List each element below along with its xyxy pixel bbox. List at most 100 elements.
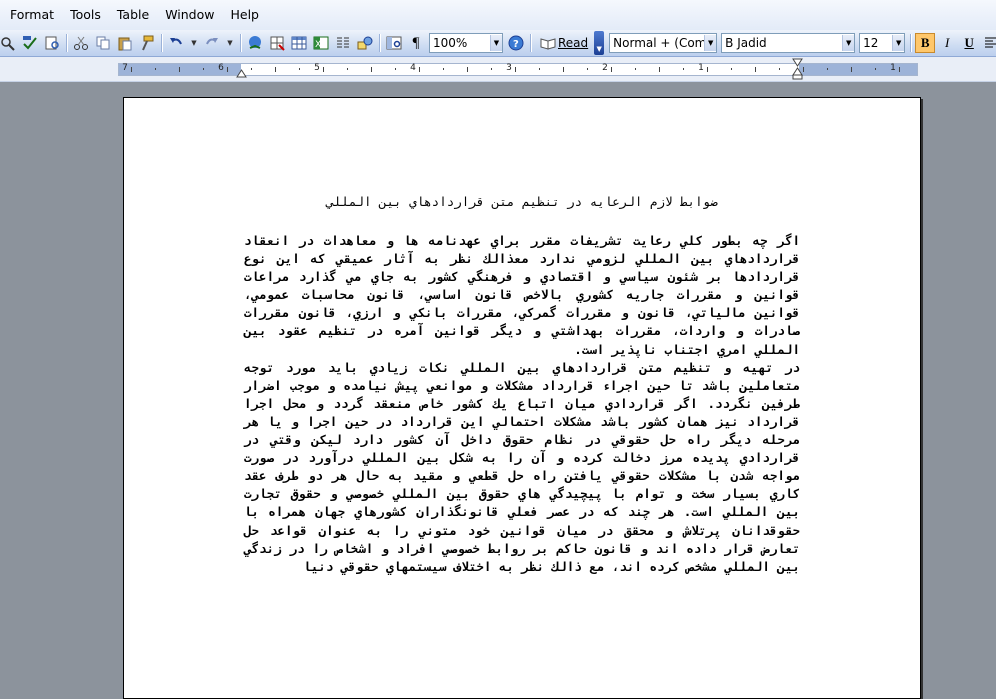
insert-excel-icon[interactable]: X [313, 35, 329, 51]
insert-table-icon[interactable] [291, 35, 307, 51]
ruler-tick [299, 68, 300, 70]
left-indent-marker[interactable] [236, 66, 247, 78]
document-title[interactable]: ضوابط لازم الرعايه در تنظيم متن قرارداده… [124, 194, 920, 209]
ruler-tick [275, 67, 276, 72]
ruler-tick [131, 67, 132, 72]
ruler-tick [203, 68, 204, 70]
ruler-tick [347, 68, 348, 70]
ruler-tick [563, 67, 564, 72]
right-indent-marker[interactable] [792, 58, 803, 80]
ruler-tick [227, 67, 228, 72]
ruler-tick [443, 68, 444, 70]
research-icon[interactable] [44, 35, 60, 51]
font-size-value: 12 [863, 36, 879, 50]
chevron-down-icon[interactable]: ▼ [842, 35, 855, 51]
svg-text:?: ? [513, 39, 519, 50]
ruler-tick [803, 67, 804, 72]
read-button[interactable]: Read [537, 35, 588, 51]
undo-dropdown-icon[interactable]: ▼ [190, 35, 198, 51]
show-hide-formatting-icon[interactable]: ¶ [408, 35, 424, 51]
format-painter-icon[interactable] [139, 35, 155, 51]
drawing-icon[interactable] [357, 35, 373, 51]
ruler-tick [611, 67, 612, 72]
ruler-tick [851, 67, 852, 72]
help-icon[interactable]: ? [508, 35, 524, 51]
style-value: Normal + (Comp [613, 36, 705, 50]
zoom-combo[interactable]: 100% ▼ [429, 33, 503, 53]
ruler-number: 3 [506, 63, 512, 73]
document-title-text: ضوابط لازم الرعايه در تنظيم متن قرارداده… [326, 194, 718, 209]
ruler-tick [155, 68, 156, 70]
ruler-tick [755, 67, 756, 72]
ruler-tick [179, 67, 180, 72]
ruler-number: 6 [218, 63, 224, 73]
ruler-tick [251, 68, 252, 70]
tables-borders-icon[interactable] [269, 35, 285, 51]
ruler-number: 1 [698, 63, 704, 73]
menu-window[interactable]: Window [157, 0, 222, 30]
document-workspace[interactable]: ضوابط لازم الرعايه در تنظيم متن قرارداده… [0, 82, 996, 699]
cut-icon[interactable] [73, 35, 89, 51]
ruler-tick [707, 67, 708, 72]
ruler-tick [899, 67, 900, 72]
bold-button[interactable]: B [915, 33, 936, 53]
toolbar-options-icon[interactable]: ▼ [594, 31, 605, 55]
toolbar: ▼ ▼ X ¶ 100% ▼ ? Read ▼ Normal + (Comp ▼… [0, 30, 996, 57]
ruler-number: 2 [602, 63, 608, 73]
document-page[interactable]: ضوابط لازم الرعايه در تنظيم متن قرارداده… [123, 97, 921, 699]
menu-bar: Format Tools Table Window Help [0, 0, 996, 31]
align-left-icon[interactable] [983, 35, 996, 51]
read-label: Read [558, 36, 589, 50]
underline-button[interactable]: U [959, 33, 979, 53]
ruler-tick [659, 67, 660, 72]
ruler-tick [875, 68, 876, 70]
ruler-number: 5 [314, 63, 320, 73]
font-size-combo[interactable]: 12 ▼ [859, 33, 906, 53]
document-body[interactable]: اگر چه بطور كلي رعايت تشريفات مقرر براي … [244, 232, 800, 576]
menu-format[interactable]: Format [0, 0, 62, 30]
chevron-down-icon[interactable]: ▼ [490, 35, 502, 51]
ruler-tick [779, 68, 780, 70]
ruler-tick [395, 68, 396, 70]
ruler-tick [371, 67, 372, 72]
ruler-tick [731, 68, 732, 70]
undo-icon[interactable] [168, 35, 184, 51]
hyperlink-icon[interactable] [247, 35, 263, 51]
font-combo[interactable]: B Jadid ▼ [721, 33, 856, 53]
toolbar-separator [66, 34, 67, 52]
font-value: B Jadid [725, 36, 767, 50]
svg-text:X: X [315, 40, 321, 50]
redo-icon[interactable] [204, 35, 220, 51]
spelling-icon[interactable] [22, 35, 38, 51]
ruler-number: 4 [410, 63, 416, 73]
ruler-tick [683, 68, 684, 70]
horizontal-ruler[interactable]: 7 6 5 4 3 2 1 1 [0, 57, 996, 82]
ruler-number: 1 [890, 63, 896, 73]
zoom-value: 100% [433, 36, 468, 50]
toolbar-separator [379, 34, 380, 52]
ruler-tick [827, 68, 828, 70]
ruler-number: 7 [122, 63, 128, 73]
paragraph: در تهيه و تنظيم متن قراردادهاي بين الملل… [244, 359, 800, 574]
book-icon [540, 35, 556, 51]
menu-tools[interactable]: Tools [62, 0, 109, 30]
italic-button[interactable]: I [937, 33, 957, 53]
paragraph: اگر چه بطور كلي رعايت تشريفات مقرر براي … [244, 233, 800, 357]
style-combo[interactable]: Normal + (Comp ▼ [609, 33, 718, 53]
chevron-down-icon[interactable]: ▼ [704, 35, 717, 51]
toolbar-separator [240, 34, 241, 52]
paste-icon[interactable] [117, 35, 133, 51]
ruler-tick [539, 68, 540, 70]
redo-dropdown-icon[interactable]: ▼ [226, 35, 234, 51]
ruler-tick [419, 67, 420, 72]
toolbar-separator [161, 34, 162, 52]
ruler-tick [587, 68, 588, 70]
document-map-icon[interactable] [386, 35, 402, 51]
columns-icon[interactable] [335, 35, 351, 51]
menu-table[interactable]: Table [109, 0, 157, 30]
menu-help[interactable]: Help [222, 0, 267, 30]
chevron-down-icon[interactable]: ▼ [892, 35, 905, 51]
ruler-tick [515, 67, 516, 72]
copy-icon[interactable] [95, 35, 111, 51]
print-preview-icon[interactable] [0, 35, 16, 51]
